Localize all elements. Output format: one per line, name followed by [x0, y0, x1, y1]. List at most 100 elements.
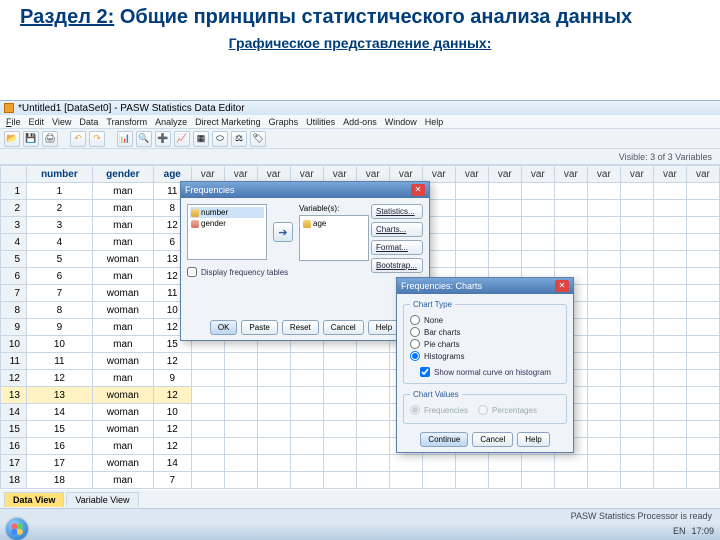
- goto-icon[interactable]: 📊: [117, 131, 133, 147]
- menu-addons[interactable]: Add-ons: [343, 117, 377, 127]
- cell[interactable]: 14: [27, 404, 93, 421]
- cell[interactable]: [554, 217, 587, 234]
- cell[interactable]: [290, 472, 323, 489]
- cell[interactable]: [686, 200, 719, 217]
- column-header[interactable]: var: [488, 166, 521, 183]
- cell[interactable]: 16: [27, 438, 93, 455]
- cell[interactable]: [257, 404, 290, 421]
- cell[interactable]: [356, 421, 389, 438]
- cell[interactable]: [653, 404, 686, 421]
- cell[interactable]: 4: [27, 234, 93, 251]
- row-header[interactable]: 16: [1, 438, 27, 455]
- redo-icon[interactable]: ↷: [89, 131, 105, 147]
- cell[interactable]: [290, 387, 323, 404]
- cell[interactable]: [521, 217, 554, 234]
- radio-pie[interactable]: Pie charts: [410, 339, 560, 349]
- cell[interactable]: woman: [92, 421, 153, 438]
- cell[interactable]: [587, 234, 620, 251]
- cell[interactable]: [653, 183, 686, 200]
- row-header[interactable]: 14: [1, 404, 27, 421]
- cell[interactable]: [620, 421, 653, 438]
- cell[interactable]: [587, 353, 620, 370]
- cell[interactable]: [455, 217, 488, 234]
- cell[interactable]: [356, 370, 389, 387]
- column-header[interactable]: var: [191, 166, 224, 183]
- cell[interactable]: [224, 438, 257, 455]
- vars-icon[interactable]: ▦: [193, 131, 209, 147]
- cell[interactable]: [257, 353, 290, 370]
- cell[interactable]: [257, 472, 290, 489]
- cell[interactable]: [455, 251, 488, 268]
- cell[interactable]: [620, 200, 653, 217]
- cell[interactable]: [653, 234, 686, 251]
- cell[interactable]: 1: [27, 183, 93, 200]
- cell[interactable]: [587, 217, 620, 234]
- column-header[interactable]: gender: [92, 166, 153, 183]
- cell[interactable]: [488, 200, 521, 217]
- cell[interactable]: [686, 234, 719, 251]
- cell[interactable]: [686, 183, 719, 200]
- menu-view[interactable]: View: [52, 117, 71, 127]
- cell[interactable]: [653, 370, 686, 387]
- cell[interactable]: [620, 438, 653, 455]
- menu-analyze[interactable]: Analyze: [155, 117, 187, 127]
- cell[interactable]: [191, 455, 224, 472]
- cell[interactable]: [554, 472, 587, 489]
- target-var-list[interactable]: age: [299, 215, 369, 261]
- cell[interactable]: [686, 319, 719, 336]
- cell[interactable]: [686, 438, 719, 455]
- menu-utilities[interactable]: Utilities: [306, 117, 335, 127]
- column-header[interactable]: var: [356, 166, 389, 183]
- row-header[interactable]: 2: [1, 200, 27, 217]
- cell[interactable]: [686, 302, 719, 319]
- row-header[interactable]: 9: [1, 319, 27, 336]
- row-header[interactable]: 4: [1, 234, 27, 251]
- open-icon[interactable]: 📂: [4, 131, 20, 147]
- continue-button[interactable]: Continue: [420, 432, 468, 447]
- cell[interactable]: 12: [153, 387, 191, 404]
- cell[interactable]: [686, 421, 719, 438]
- cell[interactable]: [620, 319, 653, 336]
- cell[interactable]: [620, 353, 653, 370]
- cell[interactable]: [653, 285, 686, 302]
- cell[interactable]: [224, 370, 257, 387]
- cell[interactable]: [587, 183, 620, 200]
- cell[interactable]: [356, 438, 389, 455]
- find-icon[interactable]: 🔍: [136, 131, 152, 147]
- cell[interactable]: [554, 251, 587, 268]
- column-header[interactable]: var: [686, 166, 719, 183]
- cell[interactable]: [323, 472, 356, 489]
- normal-curve-checkbox[interactable]: Show normal curve on histogram: [420, 367, 560, 377]
- cell[interactable]: [686, 370, 719, 387]
- cell[interactable]: [290, 353, 323, 370]
- cell[interactable]: [521, 455, 554, 472]
- chart-icon[interactable]: 📈: [174, 131, 190, 147]
- row-header[interactable]: 12: [1, 370, 27, 387]
- row-header[interactable]: 8: [1, 302, 27, 319]
- cell[interactable]: [323, 421, 356, 438]
- cell[interactable]: [191, 472, 224, 489]
- cell[interactable]: 15: [27, 421, 93, 438]
- cell[interactable]: 8: [27, 302, 93, 319]
- cell[interactable]: [257, 438, 290, 455]
- cell[interactable]: man: [92, 234, 153, 251]
- cell[interactable]: [587, 285, 620, 302]
- row-header[interactable]: 18: [1, 472, 27, 489]
- cell[interactable]: [422, 455, 455, 472]
- cell[interactable]: [323, 370, 356, 387]
- column-header[interactable]: var: [323, 166, 356, 183]
- cell[interactable]: [587, 387, 620, 404]
- cell[interactable]: [455, 472, 488, 489]
- cell[interactable]: [620, 370, 653, 387]
- cell[interactable]: [224, 472, 257, 489]
- cell[interactable]: [290, 421, 323, 438]
- reset-button[interactable]: Reset: [282, 320, 319, 335]
- cell[interactable]: [587, 251, 620, 268]
- cell[interactable]: [686, 251, 719, 268]
- cell[interactable]: man: [92, 472, 153, 489]
- cell[interactable]: [356, 353, 389, 370]
- cell[interactable]: [554, 234, 587, 251]
- cell[interactable]: [356, 455, 389, 472]
- cell[interactable]: [488, 455, 521, 472]
- cell[interactable]: [191, 421, 224, 438]
